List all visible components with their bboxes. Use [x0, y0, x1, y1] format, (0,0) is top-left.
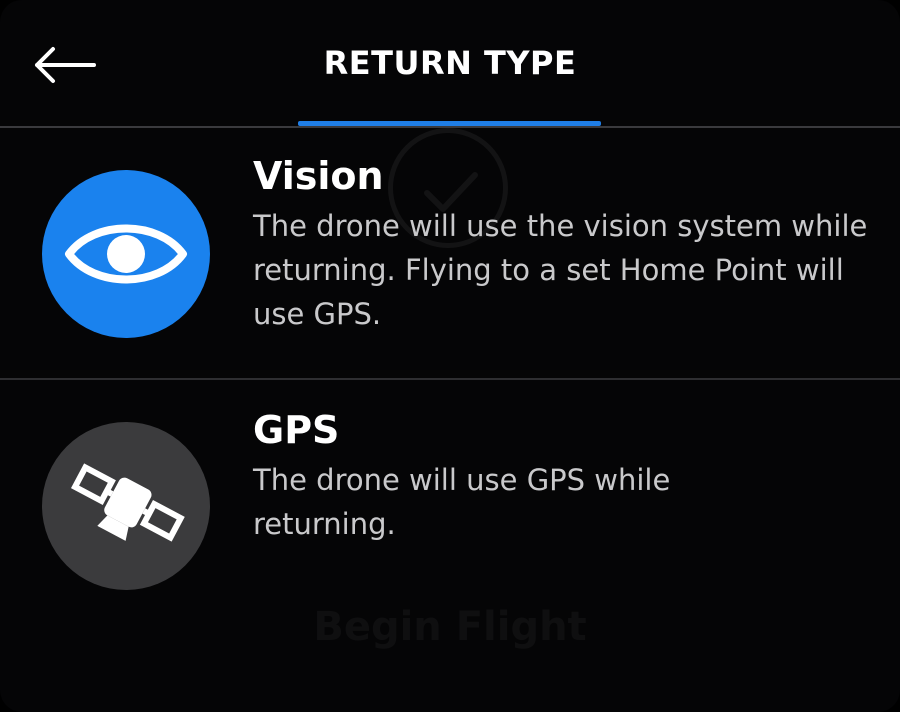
header: RETURN TYPE [0, 0, 900, 126]
option-vision[interactable]: Vision The drone will use the vision sys… [0, 128, 900, 378]
return-type-panel: Begin Flight RETURN TYPE Vision The dron… [0, 0, 900, 712]
option-description: The drone will use GPS while returning. [253, 463, 671, 541]
gps-icon-circle [42, 422, 210, 590]
option-description: The drone will use the vision system whi… [253, 209, 868, 331]
vision-icon-circle [42, 170, 210, 338]
option-title: GPS [253, 408, 340, 452]
satellite-icon [70, 463, 185, 542]
eye-icon [65, 224, 187, 284]
option-gps[interactable]: GPS The drone will use GPS while returni… [0, 380, 900, 640]
option-title: Vision [253, 154, 384, 198]
page-title: RETURN TYPE [323, 44, 577, 82]
